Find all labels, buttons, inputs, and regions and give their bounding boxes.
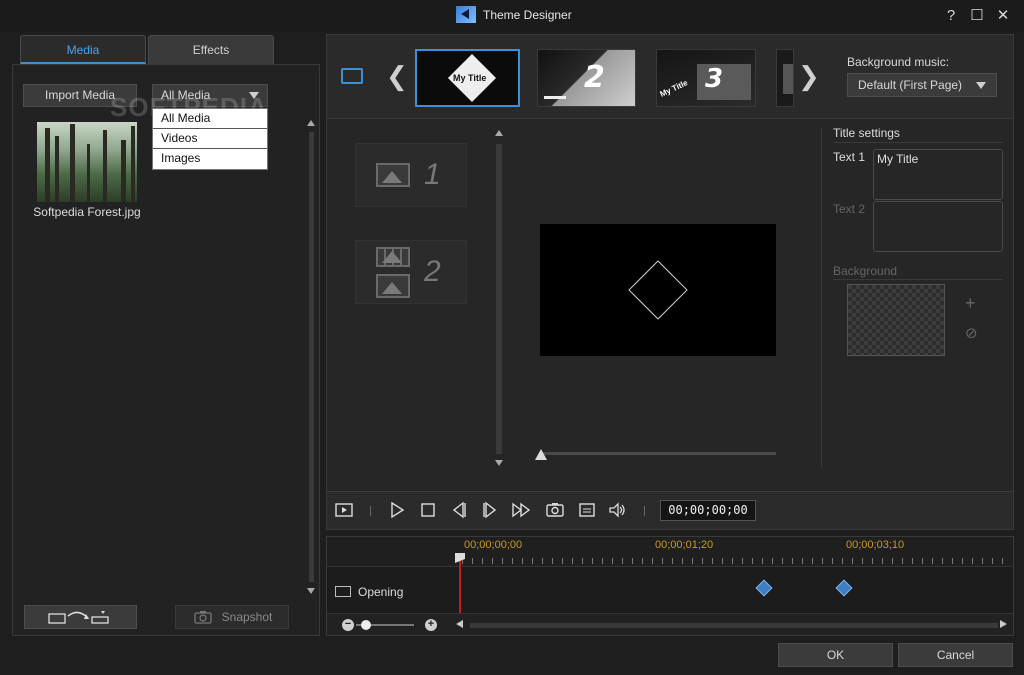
next-frame-icon[interactable] [480, 500, 500, 520]
camera-icon [194, 611, 212, 624]
snapshot-button[interactable]: Snapshot [175, 605, 289, 629]
template-2-underline [544, 96, 566, 99]
ruler-ticks [462, 558, 1012, 564]
preview-timeline-slider[interactable] [540, 452, 776, 455]
chevron-down-icon [976, 82, 986, 89]
scroll-up-icon[interactable] [307, 120, 315, 126]
app-logo-icon [456, 6, 476, 23]
template-thumb-4[interactable] [776, 49, 794, 107]
snapshot-label: Snapshot [221, 610, 273, 624]
background-divider [833, 279, 1003, 280]
stop-icon[interactable] [418, 500, 438, 520]
template-2-label: 2 [584, 60, 605, 95]
divider [644, 506, 645, 516]
heading-divider [833, 142, 1003, 143]
settings-divider [821, 128, 822, 468]
timecode-display[interactable]: 00;00;00;00 [660, 500, 756, 521]
scroll-down-icon[interactable] [307, 588, 315, 594]
scroll-left-icon[interactable] [456, 620, 463, 628]
timeline-track-opening[interactable] [327, 566, 1013, 614]
template-3-label: 3 [705, 64, 724, 94]
media-filter-menu: All Media Videos Images [152, 108, 268, 170]
ruler-mark-2: 00;00;01;20 [655, 539, 714, 551]
text2-field[interactable] [873, 201, 1003, 252]
media-slot-1[interactable]: 1 [355, 143, 467, 207]
tab-media[interactable]: Media [20, 35, 146, 64]
template-thumb-2[interactable]: 2 [537, 49, 636, 107]
subtitle-icon[interactable] [577, 500, 597, 520]
camera-icon[interactable] [545, 500, 565, 520]
scroll-right-icon[interactable] [1000, 620, 1007, 628]
vertical-scrollbar[interactable] [494, 130, 504, 470]
background-swatch[interactable] [847, 284, 945, 356]
template-thumb-3[interactable]: 3 My Title [656, 49, 756, 107]
background-music-label: Background music: [847, 55, 950, 69]
remove-background-icon[interactable]: ⊘ [965, 324, 978, 342]
divider [370, 506, 371, 516]
storyboard-insert-icon [47, 611, 109, 624]
zoom-slider-thumb[interactable] [361, 620, 371, 630]
add-background-icon[interactable]: + [965, 293, 976, 314]
media-scrollbar[interactable] [306, 118, 316, 596]
text1-label: Text 1 [833, 150, 866, 164]
cancel-button[interactable]: Cancel [898, 643, 1013, 667]
slot-2-number: 2 [424, 255, 441, 288]
playhead[interactable] [459, 553, 461, 613]
background-music-value: Default (First Page) [858, 78, 963, 92]
background-label: Background [833, 264, 898, 278]
window-title: Theme Designer [483, 8, 572, 22]
text1-field[interactable]: My Title [873, 149, 1003, 200]
preview-mode-icon[interactable] [334, 500, 354, 520]
maximize-button[interactable]: ☐ [967, 6, 987, 26]
filter-option-videos[interactable]: Videos [153, 129, 267, 149]
play-icon[interactable] [387, 500, 407, 520]
ruler-mark-3: 00;00;03;10 [846, 539, 905, 551]
template-thumb-1[interactable]: My Title [415, 49, 520, 107]
slider-thumb[interactable] [535, 449, 547, 460]
ok-button[interactable]: OK [778, 643, 893, 667]
text2-label: Text 2 [833, 202, 866, 216]
media-item-caption: Softpedia Forest.jpg [33, 205, 141, 219]
media-slot-2[interactable]: 2 [355, 240, 467, 304]
scroll-track[interactable] [309, 132, 314, 582]
template-3-sublabel: My Title [658, 78, 690, 99]
timeline-scroll-track[interactable] [470, 623, 998, 628]
capture-to-timeline-button[interactable] [24, 605, 137, 629]
add-template-icon[interactable] [341, 68, 363, 84]
image-placeholder-icon [376, 274, 410, 298]
close-button[interactable]: ✕ [993, 6, 1013, 26]
zoom-in-button[interactable]: + [425, 619, 437, 631]
ruler-mark-1: 00;00;00;00 [464, 539, 523, 551]
film-placeholder-icon [376, 247, 410, 267]
tab-effects[interactable]: Effects [148, 35, 274, 64]
title-track-icon [335, 586, 351, 597]
scroll-down-icon[interactable] [495, 460, 503, 466]
media-thumbnail[interactable] [37, 122, 137, 202]
template-1-label: My Title [453, 73, 487, 83]
scroll-up-icon[interactable] [495, 130, 503, 136]
template-next-button[interactable]: ❯ [798, 62, 820, 92]
previous-frame-icon[interactable] [449, 500, 469, 520]
image-placeholder-icon [376, 163, 410, 187]
zoom-out-button[interactable]: − [342, 619, 354, 631]
background-music-dropdown[interactable]: Default (First Page) [847, 73, 997, 97]
volume-icon[interactable] [607, 500, 627, 520]
scroll-track[interactable] [496, 144, 502, 454]
template-4-panel [783, 64, 793, 94]
template-prev-button[interactable]: ❮ [386, 62, 408, 92]
filter-option-all-media[interactable]: All Media [153, 109, 267, 129]
title-settings-heading: Title settings [833, 126, 900, 140]
track-label: Opening [358, 585, 404, 599]
help-button[interactable]: ? [941, 6, 961, 26]
slot-1-number: 1 [424, 158, 441, 191]
fast-forward-icon[interactable] [511, 500, 531, 520]
filter-option-images[interactable]: Images [153, 149, 267, 169]
